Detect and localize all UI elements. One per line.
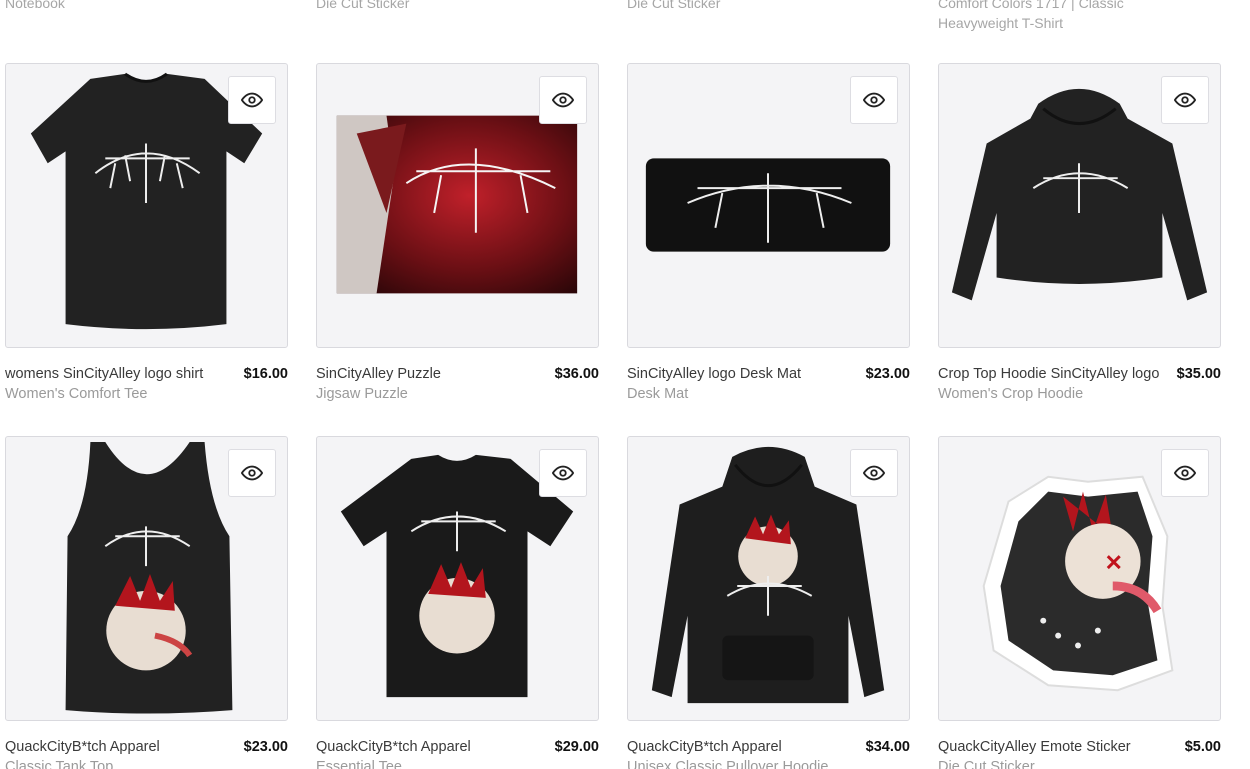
product-card[interactable]: QuackCityB*tch Apparel $34.00 Unisex Cla…	[627, 436, 910, 769]
product-price: $5.00	[1184, 739, 1221, 755]
product-type: Essential Tee	[316, 759, 402, 769]
eye-icon	[552, 92, 574, 108]
product-card[interactable]: SinCityAlley Puzzle $36.00 Jigsaw Puzzle	[316, 63, 599, 408]
quick-view-button[interactable]	[850, 76, 898, 124]
top-caption-text: Notebook	[5, 0, 65, 11]
top-caption-2[interactable]: Die Cut Sticker	[316, 0, 599, 13]
product-grid-page: Notebook Die Cut Sticker Die Cut Sticker…	[0, 0, 1250, 769]
product-info: QuackCityAlley Emote Sticker $5.00 Die C…	[938, 721, 1221, 769]
product-info: QuackCityB*tch Apparel $29.00 Essential …	[316, 721, 599, 769]
product-info: QuackCityB*tch Apparel $23.00 Classic Ta…	[5, 721, 288, 769]
quick-view-button[interactable]	[539, 76, 587, 124]
product-info: SinCityAlley logo Desk Mat $23.00 Desk M…	[627, 348, 910, 408]
product-type: Women's Crop Hoodie	[938, 386, 1084, 402]
product-image[interactable]	[938, 436, 1221, 721]
product-image[interactable]	[627, 63, 910, 348]
top-caption-text: Die Cut Sticker	[316, 0, 410, 11]
product-price: $23.00	[243, 739, 288, 755]
eye-icon	[863, 92, 885, 108]
product-info: SinCityAlley Puzzle $36.00 Jigsaw Puzzle	[316, 348, 599, 408]
top-caption-text: Comfort Colors 1717 | Classic	[938, 0, 1124, 11]
product-image[interactable]	[938, 63, 1221, 348]
product-image[interactable]	[316, 63, 599, 348]
top-caption-1[interactable]: Notebook	[5, 0, 288, 13]
quick-view-button[interactable]	[1161, 449, 1209, 497]
product-card[interactable]: QuackCityB*tch Apparel $29.00 Essential …	[316, 436, 599, 769]
product-type: Die Cut Sticker	[938, 759, 1035, 769]
product-card[interactable]: SinCityAlley logo Desk Mat $23.00 Desk M…	[627, 63, 910, 408]
quick-view-button[interactable]	[228, 76, 276, 124]
quick-view-button[interactable]	[539, 449, 587, 497]
eye-icon	[863, 465, 885, 481]
product-price: $29.00	[554, 739, 599, 755]
quick-view-button[interactable]	[1161, 76, 1209, 124]
product-info: womens SinCityAlley logo shirt $16.00 Wo…	[5, 348, 288, 408]
product-type: Jigsaw Puzzle	[316, 386, 408, 402]
eye-icon	[241, 465, 263, 481]
product-card[interactable]: womens SinCityAlley logo shirt $16.00 Wo…	[5, 63, 288, 408]
product-price: $36.00	[554, 366, 599, 382]
product-type: Desk Mat	[627, 386, 689, 402]
product-card[interactable]: QuackCityB*tch Apparel $23.00 Classic Ta…	[5, 436, 288, 769]
top-caption-text-line2: Heavyweight T-Shirt	[938, 15, 1064, 31]
product-price: $35.00	[1176, 366, 1221, 382]
product-card[interactable]: QuackCityAlley Emote Sticker $5.00 Die C…	[938, 436, 1221, 769]
product-image[interactable]	[627, 436, 910, 721]
previous-row-captions: Notebook Die Cut Sticker Die Cut Sticker…	[5, 0, 1221, 33]
quick-view-button[interactable]	[850, 449, 898, 497]
eye-icon	[1174, 465, 1196, 481]
top-caption-4[interactable]: Comfort Colors 1717 | Classic Heavyweigh…	[938, 0, 1221, 33]
product-info: QuackCityB*tch Apparel $34.00 Unisex Cla…	[627, 721, 910, 769]
product-image[interactable]	[5, 63, 288, 348]
top-caption-text: Die Cut Sticker	[627, 0, 721, 11]
product-type: Women's Comfort Tee	[5, 386, 148, 402]
eye-icon	[241, 92, 263, 108]
product-image[interactable]	[5, 436, 288, 721]
product-price: $34.00	[865, 739, 910, 755]
product-type: Classic Tank Top	[5, 759, 114, 769]
product-price: $23.00	[865, 366, 910, 382]
eye-icon	[552, 465, 574, 481]
product-price: $16.00	[243, 366, 288, 382]
product-image[interactable]	[316, 436, 599, 721]
product-title[interactable]: QuackCityAlley Emote Sticker	[938, 737, 1221, 757]
top-caption-3[interactable]: Die Cut Sticker	[627, 0, 910, 13]
quick-view-button[interactable]	[228, 449, 276, 497]
product-info: Crop Top Hoodie SinCityAlley logo $35.00…	[938, 348, 1221, 408]
eye-icon	[1174, 92, 1196, 108]
product-card[interactable]: Crop Top Hoodie SinCityAlley logo $35.00…	[938, 63, 1221, 408]
product-type: Unisex Classic Pullover Hoodie	[627, 759, 829, 769]
